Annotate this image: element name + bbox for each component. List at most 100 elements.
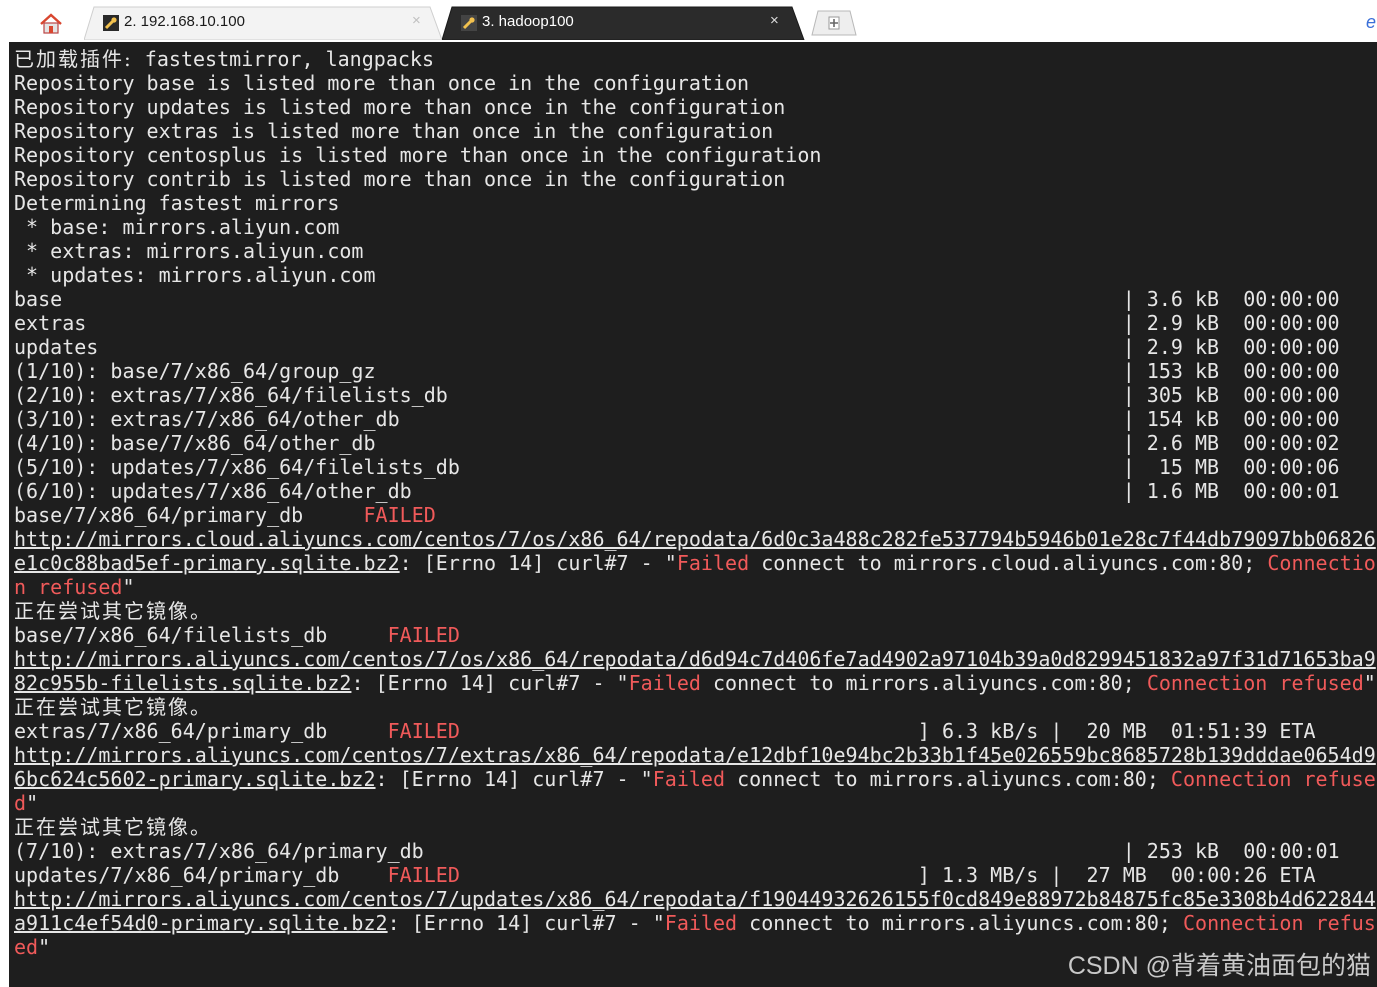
error-text: Failed <box>664 911 738 935</box>
line-text: : [Errno 14] curl#7 - " <box>351 671 629 695</box>
error-text: FAILED <box>387 863 460 887</box>
terminal-line: 正在尝试其它镜像。 <box>14 815 212 839</box>
line-text: " <box>1363 671 1376 695</box>
line-text: * updates: mirrors.aliyun.com <box>14 263 376 287</box>
url-link[interactable]: http://mirrors.aliyuncs.com/centos/7/ext… <box>14 743 1376 767</box>
line-text: (2/10): extras/7/x86_64/filelists_db | 3… <box>14 383 1340 407</box>
url-link[interactable]: e1c0c88bad5ef-primary.sqlite.bz2 <box>14 551 400 575</box>
terminal-line: Determining fastest mirrors <box>14 191 339 215</box>
error-text: Failed <box>652 767 726 791</box>
line-text: extras/7/x86_64/primary_db <box>14 719 388 743</box>
terminal-line: http://mirrors.cloud.aliyuncs.com/centos… <box>14 527 1376 551</box>
line-text: Repository extras is listed more than on… <box>14 119 774 143</box>
error-text: Connection refus <box>1182 911 1376 935</box>
terminal-line: Repository centosplus is listed more tha… <box>14 143 821 167</box>
home-tab[interactable] <box>20 4 82 38</box>
terminal-line: 已加载插件: fastestmirror, langpacks <box>14 47 434 71</box>
terminal-line: d" <box>14 791 38 815</box>
tab-session-2[interactable]: 2. 192.168.10.100 × <box>84 6 444 40</box>
error-text: Failed <box>628 671 701 695</box>
line-text: base/7/x86_64/filelists_db <box>14 623 388 647</box>
line-text: fastestmirror, langpacks <box>132 47 435 71</box>
error-text: d <box>14 791 27 815</box>
terminal-line: extras/7/x86_64/primary_db FAILED ] 6.3 … <box>14 719 1316 743</box>
watermark: CSDN @背着黄油面包的猫 <box>1067 952 1371 980</box>
line-text: connect to mirrors.cloud.aliyuncs.com:80… <box>749 551 1268 575</box>
terminal-line: http://mirrors.aliyuncs.com/centos/7/ext… <box>14 743 1376 767</box>
terminal-line: (1/10): base/7/x86_64/group_gz | 153 kB … <box>14 359 1340 383</box>
terminal-line: Repository contrib is listed more than o… <box>14 167 785 191</box>
new-tab-button[interactable] <box>810 10 860 36</box>
line-text: : [Errno 14] curl#7 - " <box>399 551 677 575</box>
terminal-line: (4/10): base/7/x86_64/other_db | 2.6 MB … <box>14 431 1340 455</box>
line-text: (7/10): extras/7/x86_64/primary_db | 253… <box>14 839 1340 863</box>
plus-icon <box>828 16 840 30</box>
error-text: FAILED <box>387 719 460 743</box>
error-text: FAILED <box>387 623 460 647</box>
terminal-line: updates | 2.9 kB 00:00:00 <box>14 335 1340 359</box>
terminal-line: Repository updates is listed more than o… <box>14 95 785 119</box>
line-text: * base: mirrors.aliyun.com <box>14 215 340 239</box>
close-icon[interactable]: × <box>770 12 779 29</box>
line-text: 正在尝试其它镜像。 <box>14 599 212 623</box>
terminal-line: 6bc624c5602-primary.sqlite.bz2: [Errno 1… <box>14 767 1376 791</box>
tab-label: 3. hadoop100 <box>482 13 574 30</box>
error-text: Failed <box>676 551 750 575</box>
terminal-line: (3/10): extras/7/x86_64/other_db | 154 k… <box>14 407 1340 431</box>
line-text: " <box>38 935 51 959</box>
close-icon[interactable]: × <box>412 12 421 29</box>
url-link[interactable]: 6bc624c5602-primary.sqlite.bz2 <box>14 767 376 791</box>
line-text: 正在尝试其它镜像。 <box>14 695 212 719</box>
terminal-line: (6/10): updates/7/x86_64/other_db | 1.6 … <box>14 479 1340 503</box>
terminal-line: extras | 2.9 kB 00:00:00 <box>14 311 1340 335</box>
terminal-output[interactable]: 已加载插件: fastestmirror, langpacks Repositor… <box>9 42 1377 987</box>
terminal-line: n refused" <box>14 575 135 599</box>
url-link[interactable]: a911c4ef54d0-primary.sqlite.bz2 <box>14 911 388 935</box>
url-link[interactable]: http://mirrors.cloud.aliyuncs.com/centos… <box>14 527 1376 551</box>
line-text: " <box>26 791 39 815</box>
line-text: 已加载插件: <box>14 47 133 71</box>
line-text: : [Errno 14] curl#7 - " <box>387 911 665 935</box>
line-text: Repository updates is listed more than o… <box>14 95 786 119</box>
url-link[interactable]: http://mirrors.aliyuncs.com/centos/7/os/… <box>14 647 1376 671</box>
terminal-line: * base: mirrors.aliyun.com <box>14 215 339 239</box>
terminal-line: * updates: mirrors.aliyun.com <box>14 263 376 287</box>
terminal-line: 正在尝试其它镜像。 <box>14 599 212 623</box>
home-icon <box>40 13 62 34</box>
line-text: " <box>122 575 135 599</box>
line-text: connect to mirrors.aliyuncs.com:80; <box>700 671 1147 695</box>
line-text: Determining fastest mirrors <box>14 191 340 215</box>
terminal-line: 正在尝试其它镜像。 <box>14 695 212 719</box>
terminal-line: 82c955b-filelists.sqlite.bz2: [Errno 14]… <box>14 671 1376 695</box>
terminal-line: * extras: mirrors.aliyun.com <box>14 239 363 263</box>
line-text: (6/10): updates/7/x86_64/other_db | 1.6 … <box>14 479 1340 503</box>
line-text: (3/10): extras/7/x86_64/other_db | 154 k… <box>14 407 1340 431</box>
url-link[interactable]: 82c955b-filelists.sqlite.bz2 <box>14 671 351 695</box>
line-text: (5/10): updates/7/x86_64/filelists_db | … <box>14 455 1340 479</box>
line-text: connect to mirrors.aliyuncs.com:80; <box>737 911 1183 935</box>
terminal-line: a911c4ef54d0-primary.sqlite.bz2: [Errno … <box>14 911 1376 935</box>
terminal-line: (2/10): extras/7/x86_64/filelists_db | 3… <box>14 383 1340 407</box>
line-text: : [Errno 14] curl#7 - " <box>375 767 653 791</box>
terminal-line: base/7/x86_64/filelists_db FAILED <box>14 623 460 647</box>
error-text: FAILED <box>363 503 436 527</box>
browser-icon[interactable]: e <box>1366 12 1377 30</box>
terminal-line: Repository extras is listed more than on… <box>14 119 773 143</box>
error-text: Connectio <box>1267 551 1376 575</box>
line-text: (4/10): base/7/x86_64/other_db | 2.6 MB … <box>14 431 1340 455</box>
url-link[interactable]: http://mirrors.aliyuncs.com/centos/7/upd… <box>14 887 1376 911</box>
line-text: Repository centosplus is listed more tha… <box>14 143 822 167</box>
error-text: Connection refuse <box>1170 767 1376 791</box>
wrench-icon <box>103 15 119 31</box>
line-text: extras | 2.9 kB 00:00:00 <box>14 311 1340 335</box>
terminal-line: base/7/x86_64/primary_db FAILED <box>14 503 436 527</box>
wrench-icon <box>461 15 477 31</box>
line-text: Repository contrib is listed more than o… <box>14 167 786 191</box>
tab-bar: 2. 192.168.10.100 × 3. hadoop100 × e <box>0 0 1377 42</box>
line-text: ] 1.3 MB/s | 27 MB 00:00:26 ETA <box>459 863 1316 887</box>
line-text: (1/10): base/7/x86_64/group_gz | 153 kB … <box>14 359 1340 383</box>
terminal-line: (5/10): updates/7/x86_64/filelists_db | … <box>14 455 1340 479</box>
tab-session-3[interactable]: 3. hadoop100 × <box>442 6 812 40</box>
error-text: ed <box>14 935 39 959</box>
terminal-line: http://mirrors.aliyuncs.com/centos/7/os/… <box>14 647 1376 671</box>
